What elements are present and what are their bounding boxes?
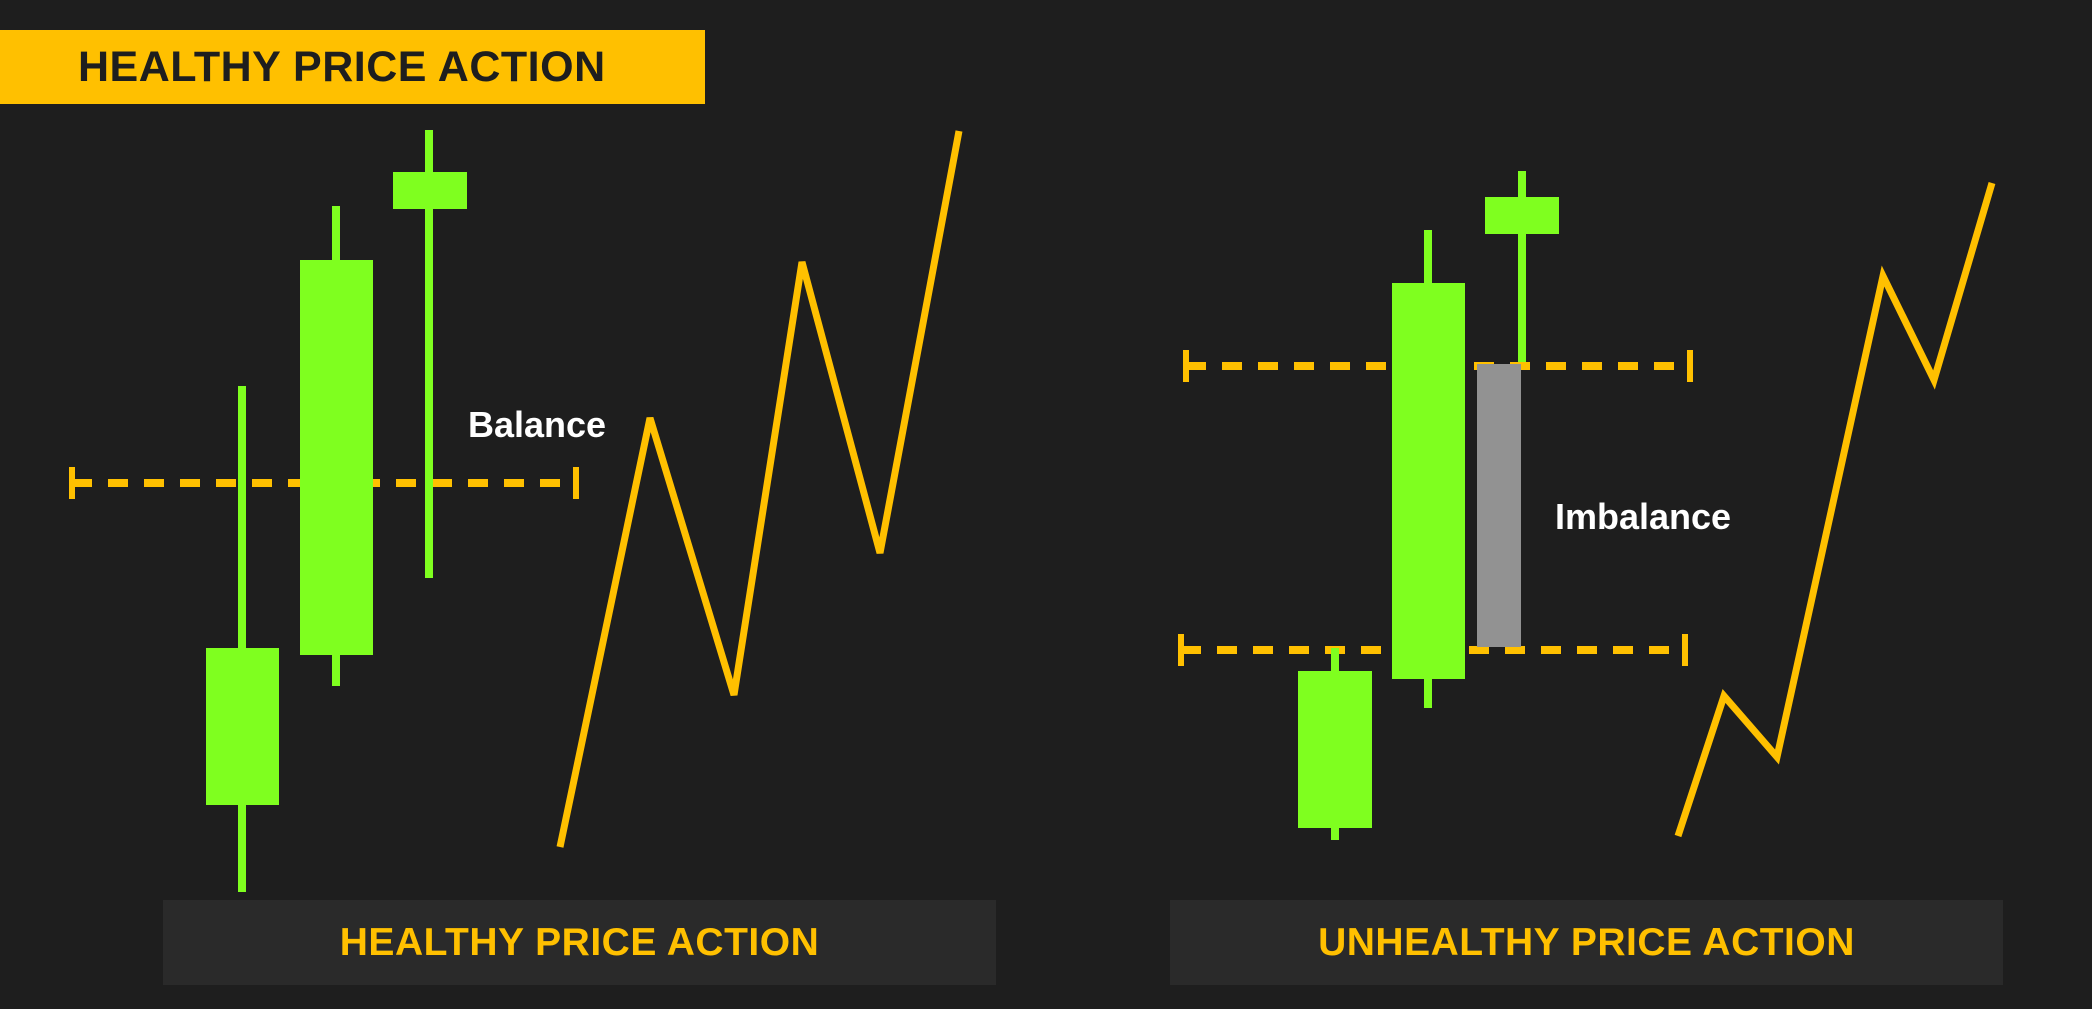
imbalance-zone (1477, 364, 1521, 647)
imbalance-label: Imbalance (1555, 496, 1732, 537)
candle-2 (300, 206, 373, 686)
candle-1 (206, 386, 279, 892)
left-panel-graphic (69, 130, 963, 892)
balance-label: Balance (468, 404, 607, 445)
price-action-diagram (69, 130, 1996, 892)
diagram-canvas: HEALTHY PRICE ACTION Balance Imbalance H… (0, 0, 2092, 1009)
healthy-price-path (556, 130, 963, 848)
candle-1 (1298, 648, 1372, 840)
unhealthy-caption: UNHEALTHY PRICE ACTION (1318, 920, 1855, 964)
candle-2 (1392, 230, 1465, 708)
unhealthy-caption-box: UNHEALTHY PRICE ACTION (1170, 900, 2003, 985)
candle-3 (1485, 171, 1559, 362)
healthy-caption-box: HEALTHY PRICE ACTION (163, 900, 996, 985)
healthy-caption: HEALTHY PRICE ACTION (339, 920, 820, 964)
candle-3 (393, 130, 467, 578)
